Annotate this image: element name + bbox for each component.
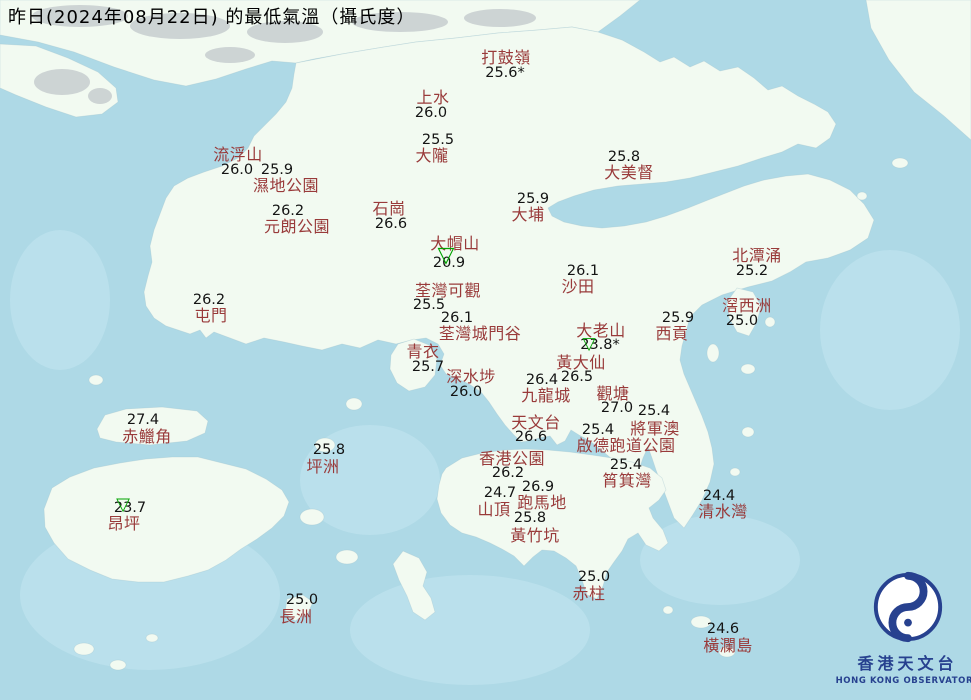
- station-temp-value: 25.8: [607, 149, 641, 165]
- station-name-label: 大隴: [415, 146, 449, 165]
- station-name-label: 坪洲: [306, 457, 340, 476]
- station-name-label: 石崗: [372, 199, 406, 218]
- hko-logo: 香港天文台 HONG KONG OBSERVATORY: [820, 568, 971, 686]
- station-name-label: 將軍澳: [630, 419, 680, 438]
- station-name-label: 西貢: [655, 324, 689, 343]
- station-temp-value: 26.2: [192, 292, 226, 308]
- station-name-label: 赤鱲角: [122, 427, 172, 446]
- station-temp-value: 26.0: [414, 105, 448, 121]
- station-temp-value: 26.5: [560, 369, 594, 385]
- hko-logo-english-name: HONG KONG OBSERVATORY: [835, 676, 971, 686]
- station-name-label: 長洲: [279, 607, 313, 626]
- station-temp-value: 25.4: [609, 457, 643, 473]
- station-name-label: 筲箕灣: [602, 471, 652, 490]
- station-temp-value: 26.9: [521, 479, 555, 495]
- station-name-label: 打鼓嶺: [481, 48, 531, 67]
- station-name-label: 北潭涌: [732, 246, 782, 265]
- station-name-label: 濕地公園: [252, 176, 320, 195]
- station-name-label: 橫瀾島: [703, 636, 753, 655]
- station-temp-value: 26.0: [449, 384, 483, 400]
- hko-logo-chinese-name: 香港天文台: [857, 654, 958, 673]
- min-temp-marker-icon: ▽: [437, 243, 455, 268]
- station-name-label: 山頂: [477, 500, 511, 519]
- station-temp-value: 25.5: [421, 132, 455, 148]
- station-temp-value: 25.9: [516, 191, 550, 207]
- station-temp-value: 26.6: [374, 216, 408, 232]
- station-temp-value: 26.4: [525, 372, 559, 388]
- station-temp-value: 25.0: [725, 313, 759, 329]
- station-temp-value: 24.4: [702, 488, 736, 504]
- station-name-label: 深水埗: [446, 367, 496, 386]
- station-temp-value: 24.7: [483, 485, 517, 501]
- station-temp-value: 27.4: [126, 412, 160, 428]
- station-name-label: 啟德跑道公園: [576, 436, 676, 455]
- hko-logo-icon: [873, 571, 942, 643]
- station-name-label: 屯門: [194, 306, 228, 325]
- station-temp-value: 25.8: [312, 442, 346, 458]
- station-temp-value: 25.7: [411, 359, 445, 375]
- station-temp-value: 25.0: [577, 569, 611, 585]
- min-temp-marker-icon: ▽: [116, 494, 130, 515]
- station-temp-value: 25.8: [513, 510, 547, 526]
- station-temp-value: 26.1: [440, 310, 474, 326]
- station-temp-value: 26.2: [271, 203, 305, 219]
- min-temp-marker-icon: ▽: [582, 334, 596, 354]
- station-name-label: 流浮山: [213, 145, 263, 164]
- station-name-label: 跑馬地: [517, 493, 567, 512]
- station-name-label: 九龍城: [521, 386, 571, 405]
- station-temp-value: 25.2: [735, 263, 769, 279]
- station-name-label: 赤柱: [572, 584, 606, 603]
- station-temp-value: 25.4: [637, 403, 671, 419]
- station-temp-value: 25.6*: [485, 65, 525, 81]
- station-name-label: 大埔: [511, 205, 545, 224]
- station-name-label: 青衣: [406, 342, 440, 361]
- station-temp-value: 26.0: [220, 162, 254, 178]
- station-temp-value: 26.2: [491, 465, 525, 481]
- station-name-label: 昂坪: [107, 514, 141, 533]
- station-name-label: 元朗公園: [263, 217, 331, 236]
- station-temp-value: 25.9: [661, 310, 695, 326]
- hk-min-temperature-map: 昨日(2024年08月22日) 的最低氣溫（攝氏度） 打鼓嶺 25.6* 上水 26.…: [0, 0, 971, 700]
- station-name-label: 荃灣城門谷: [438, 324, 522, 343]
- station-temp-value: 27.0: [600, 400, 634, 416]
- station-name-label: 滘西洲: [722, 296, 772, 315]
- station-temp-value: 26.6: [514, 429, 548, 445]
- station-temp-value: 25.4: [581, 422, 615, 438]
- station-name-label: 黃竹坑: [510, 526, 560, 545]
- station-temp-value: 25.0: [285, 592, 319, 608]
- station-name-label: 上水: [416, 88, 450, 107]
- station-temp-value: 24.6: [706, 621, 740, 637]
- station-name-label: 大美督: [604, 163, 654, 182]
- station-temp-value: 25.9: [260, 162, 294, 178]
- station-temp-value: 26.1: [566, 263, 600, 279]
- station-name-label: 沙田: [561, 277, 595, 296]
- station-name-label: 清水灣: [698, 502, 748, 521]
